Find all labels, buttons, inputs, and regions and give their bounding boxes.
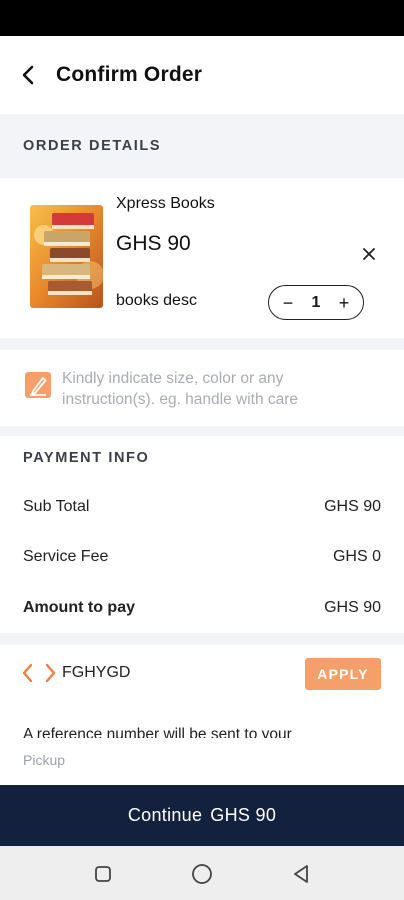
quantity-value: 1 — [311, 293, 321, 311]
subtotal-row: Sub Total GHS 90 — [0, 482, 404, 532]
decrease-quantity-button[interactable]: − — [279, 294, 297, 312]
continue-amount: GHS 90 — [210, 805, 277, 825]
service-fee-row: Service Fee GHS 0 — [0, 532, 404, 582]
divider — [0, 426, 404, 436]
product-name: Xpress Books — [116, 195, 215, 212]
triangle-icon — [294, 865, 308, 883]
subtotal-label: Sub Total — [23, 498, 90, 515]
delivery-type-label: Pickup — [23, 752, 66, 768]
system-nav-bar — [0, 846, 404, 900]
recents-button[interactable] — [91, 862, 115, 886]
order-item-card: Xpress Books GHS 90 books desc − 1 + — [0, 178, 404, 338]
coupon-row: FGHYGD APPLY — [0, 645, 404, 703]
coupon-code-input[interactable]: FGHYGD — [62, 664, 130, 682]
system-back-button[interactable] — [289, 862, 313, 886]
reference-note-text: A reference number will be sent to your — [23, 726, 292, 738]
back-button[interactable] — [0, 36, 56, 114]
apply-coupon-button[interactable]: APPLY — [305, 658, 381, 690]
instructions-placeholder[interactable]: Kindly indicate size, color or any instr… — [62, 368, 362, 410]
app-header: Confirm Order — [0, 36, 404, 114]
payment-info-header: PAYMENT INFO — [0, 436, 404, 480]
home-button[interactable] — [190, 862, 214, 886]
edit-icon — [25, 372, 51, 398]
divider — [0, 633, 404, 645]
arrow-left-icon — [22, 65, 34, 85]
product-price: GHS 90 — [116, 232, 191, 255]
status-bar — [0, 0, 404, 36]
service-fee-value: GHS 0 — [332, 548, 381, 565]
code-icon — [22, 663, 56, 683]
service-fee-label: Service Fee — [23, 548, 109, 565]
continue-button[interactable]: Continue GHS 90 — [0, 785, 404, 846]
amount-to-pay-value: GHS 90 — [324, 599, 381, 616]
page-title: Confirm Order — [56, 63, 203, 86]
amount-to-pay-row: Amount to pay GHS 90 — [0, 583, 404, 633]
increase-quantity-button[interactable]: + — [335, 294, 353, 312]
remove-item-button[interactable] — [359, 244, 379, 264]
subtotal-value: GHS 90 — [324, 498, 381, 515]
quantity-stepper: − 1 + — [268, 285, 364, 320]
square-icon — [95, 866, 111, 882]
circle-icon — [192, 864, 212, 884]
divider — [0, 338, 404, 350]
order-details-header: ORDER DETAILS — [0, 114, 404, 178]
reference-note: A reference number will be sent to your — [0, 712, 404, 738]
continue-label: Continue — [127, 805, 203, 825]
product-description: books desc — [116, 292, 197, 309]
product-image — [30, 205, 103, 308]
close-icon — [363, 248, 375, 260]
amount-to-pay-label: Amount to pay — [23, 599, 135, 616]
